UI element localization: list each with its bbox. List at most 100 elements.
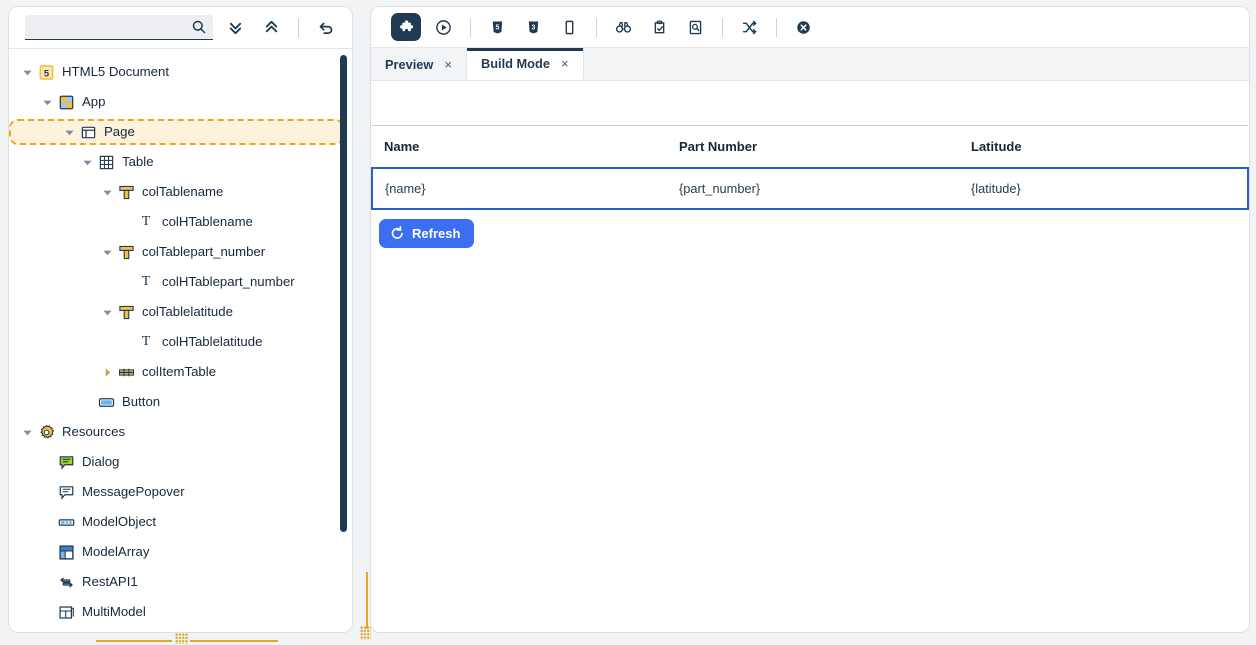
chevron-down-icon[interactable] <box>79 154 95 170</box>
tree-node-colhtablepart-number[interactable]: TcolHTablepart_number <box>9 267 352 297</box>
clipboard-check-icon <box>651 19 668 36</box>
tree-node-label: ModelObject <box>82 515 156 528</box>
html-button[interactable]: 5 <box>484 14 511 41</box>
editor-tabstrip: Preview×Build Mode× <box>371 48 1249 81</box>
tree-node-label: Page <box>104 125 135 138</box>
column-icon <box>117 303 135 321</box>
action-button-row: Refresh <box>371 210 1249 248</box>
device-button[interactable] <box>556 14 583 41</box>
inspect-button[interactable] <box>610 14 637 41</box>
search-input[interactable] <box>25 15 213 39</box>
shuffle-button[interactable] <box>736 14 763 41</box>
chevron-down-icon[interactable] <box>61 124 77 140</box>
tree-node-label: Resources <box>62 425 125 438</box>
canvas-top-spacer <box>371 81 1249 125</box>
editor-panel: 53 Preview×Build Mode× NamePart NumberLa… <box>370 6 1250 633</box>
table-header-cell: Latitude <box>959 126 1248 169</box>
tree-node-label: ModelArray <box>82 545 149 558</box>
tree-node-colhtablename[interactable]: TcolHTablename <box>9 207 352 237</box>
tree-node-label: colHTablepart_number <box>162 275 295 288</box>
tree-node-colitemtable[interactable]: colItemTable <box>9 357 352 387</box>
components-button[interactable] <box>391 13 421 41</box>
table-header-row: NamePart NumberLatitude <box>372 126 1248 169</box>
chevron-down-icon[interactable] <box>39 94 55 110</box>
css-button[interactable]: 3 <box>520 14 547 41</box>
tree-node-messagepopover[interactable]: MessagePopover <box>9 477 352 507</box>
mobile-device-icon <box>561 19 578 36</box>
document-search-icon <box>687 19 704 36</box>
tree-node-label: Table <box>122 155 154 168</box>
tab-close-icon[interactable]: × <box>561 57 569 70</box>
chevron-down-icon[interactable] <box>99 244 115 260</box>
table-row[interactable]: {name}{part_number}{latitude} <box>372 168 1248 209</box>
tree-scroll-area[interactable]: 5HTML5 DocumentAppPageTablecolTablenameT… <box>9 49 352 632</box>
table-head: NamePart NumberLatitude <box>372 126 1248 169</box>
build-canvas[interactable]: NamePart NumberLatitude {name}{part_numb… <box>371 81 1249 632</box>
svg-text:5: 5 <box>43 68 48 79</box>
caret-placeholder <box>39 604 55 620</box>
tree-node-dialog[interactable]: Dialog <box>9 447 352 477</box>
tree-node-label: colItemTable <box>142 365 216 378</box>
tree-node-label: Dialog <box>82 455 119 468</box>
horizontal-splitter-grip[interactable] <box>175 633 188 644</box>
tab-preview[interactable]: Preview × <box>371 48 467 80</box>
data-table: NamePart NumberLatitude {name}{part_numb… <box>371 125 1249 210</box>
toolbar-divider <box>298 18 299 38</box>
tab-close-icon[interactable]: × <box>444 58 452 71</box>
close-circle-icon <box>795 19 812 36</box>
caret-placeholder <box>39 574 55 590</box>
gear-icon <box>37 423 55 441</box>
horizontal-splitter[interactable] <box>0 636 1256 645</box>
tree-node-coltablename[interactable]: colTablename <box>9 177 352 207</box>
tree-node-app[interactable]: App <box>9 87 352 117</box>
run-preview-button[interactable] <box>430 14 457 41</box>
text-t-icon: T <box>137 273 155 291</box>
refresh-circular-arrow-icon <box>390 226 405 241</box>
close-all-button[interactable] <box>790 14 817 41</box>
chevron-down-icon[interactable] <box>19 64 35 80</box>
tree-node-label: MultiModel <box>82 605 146 618</box>
horizontal-splitter-line-right <box>190 640 278 642</box>
chevron-down-icon[interactable] <box>99 184 115 200</box>
model-object-icon <box>57 513 75 531</box>
horizontal-splitter-line-left <box>96 640 172 642</box>
tree-node-modelobject[interactable]: ModelObject <box>9 507 352 537</box>
tree-node-button[interactable]: Button <box>9 387 352 417</box>
tree-node-colhtablelatitude[interactable]: TcolHTablelatitude <box>9 327 352 357</box>
validate-button[interactable] <box>646 14 673 41</box>
tree-node-label: colTablepart_number <box>142 245 265 258</box>
editor-toolbar: 53 <box>371 7 1249 48</box>
chevron-down-icon[interactable] <box>19 424 35 440</box>
tab-build-mode[interactable]: Build Mode× <box>467 48 584 80</box>
toolbar-divider <box>596 18 597 37</box>
table-header-cell: Name <box>372 126 667 169</box>
chevron-down-icon[interactable] <box>99 304 115 320</box>
caret-placeholder <box>79 394 95 410</box>
tree-node-coltablepart-number[interactable]: colTablepart_number <box>9 237 352 267</box>
refresh-button[interactable]: Refresh <box>379 219 474 248</box>
table-cell: {latitude} <box>959 168 1248 209</box>
tree-node-page[interactable]: Page <box>9 119 344 145</box>
chevron-right-icon[interactable] <box>99 364 115 380</box>
page-search-button[interactable] <box>682 14 709 41</box>
vertical-splitter[interactable] <box>362 0 371 645</box>
tree-node-resources[interactable]: Resources <box>9 417 352 447</box>
tree-node-multimodel[interactable]: MultiModel <box>9 597 352 627</box>
tree-node-coltablelatitude[interactable]: colTablelatitude <box>9 297 352 327</box>
tree-node-html5-document[interactable]: 5HTML5 Document <box>9 57 352 87</box>
tree-node-modelarray[interactable]: ModelArray <box>9 537 352 567</box>
caret-placeholder <box>39 454 55 470</box>
undo-button[interactable] <box>311 13 340 43</box>
tree-scrollbar-thumb[interactable] <box>340 55 347 532</box>
tree-node-table[interactable]: Table <box>9 147 352 177</box>
tree-node-restapi1[interactable]: RestAPI1 <box>9 567 352 597</box>
page-layout-icon <box>79 123 97 141</box>
tab-label: Preview <box>385 57 433 72</box>
column-icon <box>117 183 135 201</box>
collapse-all-button[interactable] <box>221 13 250 43</box>
tree-scrollbar[interactable] <box>339 49 349 632</box>
item-columns-icon <box>117 363 135 381</box>
button-icon <box>97 393 115 411</box>
search-box[interactable] <box>25 15 213 40</box>
expand-all-button[interactable] <box>258 13 287 43</box>
